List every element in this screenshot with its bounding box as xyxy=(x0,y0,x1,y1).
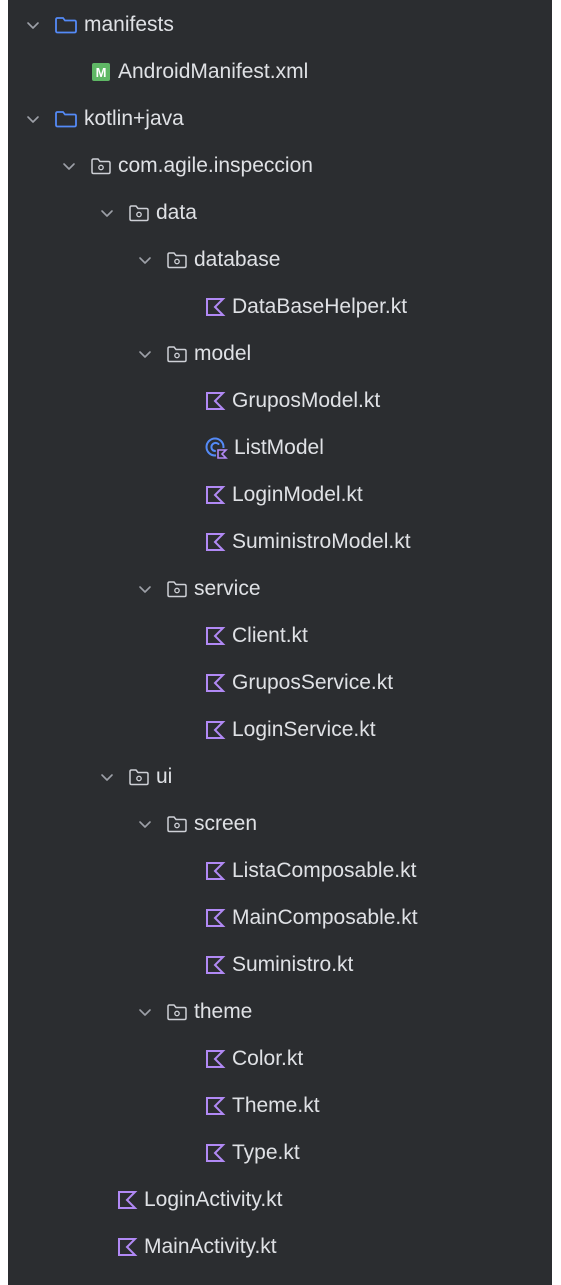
kotlin-file-icon xyxy=(204,1048,226,1070)
tree-item-suministromodel-kt[interactable]: SuministroModel.kt xyxy=(8,518,552,565)
manifest-icon: M xyxy=(90,61,112,83)
tree-item-theme-kt[interactable]: Theme.kt xyxy=(8,1082,552,1129)
chevron-down-icon[interactable] xyxy=(100,770,114,784)
tree-item-maincomposable-kt[interactable]: MainComposable.kt xyxy=(8,894,552,941)
svg-text:M: M xyxy=(96,65,107,80)
tree-item-label: data xyxy=(156,201,197,224)
tree-item-screen[interactable]: screen xyxy=(8,800,552,847)
kotlin-file-icon xyxy=(116,1236,138,1258)
tree-item-label: com.agile.inspeccion xyxy=(118,154,313,177)
kotlin-file-icon xyxy=(204,1142,226,1164)
chevron-down-icon[interactable] xyxy=(138,1005,152,1019)
tree-item-label: GruposService.kt xyxy=(232,671,394,694)
folder-icon xyxy=(54,109,78,129)
tree-item-label: MainComposable.kt xyxy=(232,906,418,929)
tree-item-color-kt[interactable]: Color.kt xyxy=(8,1035,552,1082)
right-edge xyxy=(552,0,561,1285)
kotlin-file-icon xyxy=(204,390,226,412)
tree-item-label: MainActivity.kt xyxy=(144,1235,277,1258)
folder-icon xyxy=(54,15,78,35)
kotlin-file-icon xyxy=(204,860,226,882)
tree-item-mainactivity-kt[interactable]: MainActivity.kt xyxy=(8,1223,552,1270)
tree-item-label: kotlin+java xyxy=(84,107,184,130)
tree-item-label: Client.kt xyxy=(232,624,308,647)
tree-item-label: LoginActivity.kt xyxy=(144,1188,283,1211)
tree-item-label: SuministroModel.kt xyxy=(232,530,411,553)
kotlin-file-icon xyxy=(204,719,226,741)
kotlin-file-icon xyxy=(116,1189,138,1211)
kotlin-file-icon xyxy=(204,1095,226,1117)
kotlin-file-icon xyxy=(204,907,226,929)
chevron-down-icon[interactable] xyxy=(138,347,152,361)
chevron-down-icon[interactable] xyxy=(100,206,114,220)
package-icon xyxy=(166,814,188,834)
tree-item-gruposservice-kt[interactable]: GruposService.kt xyxy=(8,659,552,706)
left-edge xyxy=(0,0,8,1285)
tree-item-com-agile-inspeccion[interactable]: com.agile.inspeccion xyxy=(8,142,552,189)
chevron-down-icon[interactable] xyxy=(138,817,152,831)
tree-item-databasehelper-kt[interactable]: DataBaseHelper.kt xyxy=(8,283,552,330)
tree-item-listmodel[interactable]: ListModel xyxy=(8,424,552,471)
tree-item-label: Type.kt xyxy=(232,1141,300,1164)
tree-item-label: model xyxy=(194,342,252,365)
tree-item-label: AndroidManifest.xml xyxy=(118,60,309,83)
tree-item-listacomposable-kt[interactable]: ListaComposable.kt xyxy=(8,847,552,894)
project-tree: manifests M AndroidManifest.xml kotlin+java… xyxy=(8,0,552,1285)
tree-item-loginmodel-kt[interactable]: LoginModel.kt xyxy=(8,471,552,518)
package-icon xyxy=(128,203,150,223)
tree-item-label: LoginService.kt xyxy=(232,718,376,741)
package-icon xyxy=(90,156,112,176)
kotlin-file-icon xyxy=(204,531,226,553)
package-icon xyxy=(166,250,188,270)
tree-item-label: manifests xyxy=(84,13,174,36)
tree-item-androidmanifest-xml[interactable]: M AndroidManifest.xml xyxy=(8,48,552,95)
tree-item-gruposmodel-kt[interactable]: GruposModel.kt xyxy=(8,377,552,424)
tree-item-label: Theme.kt xyxy=(232,1094,320,1117)
tree-item-loginactivity-kt[interactable]: LoginActivity.kt xyxy=(8,1176,552,1223)
tree-item-label: service xyxy=(194,577,261,600)
tree-item-type-kt[interactable]: Type.kt xyxy=(8,1129,552,1176)
tree-item-label: DataBaseHelper.kt xyxy=(232,295,408,318)
tree-item-label: GruposModel.kt xyxy=(232,389,381,412)
package-icon xyxy=(128,767,150,787)
tree-item-model[interactable]: model xyxy=(8,330,552,377)
tree-item-kotlin-java[interactable]: kotlin+java xyxy=(8,95,552,142)
tree-item-data[interactable]: data xyxy=(8,189,552,236)
package-icon xyxy=(166,344,188,364)
tree-item-label: ui xyxy=(156,765,173,788)
tree-item-label: LoginModel.kt xyxy=(232,483,363,506)
tree-item-label: screen xyxy=(194,812,258,835)
tree-item-theme[interactable]: theme xyxy=(8,988,552,1035)
tree-item-label: Suministro.kt xyxy=(232,953,354,976)
kotlin-file-icon xyxy=(204,672,226,694)
tree-item-ui[interactable]: ui xyxy=(8,753,552,800)
tree-item-suministro-kt[interactable]: Suministro.kt xyxy=(8,941,552,988)
kotlin-file-icon xyxy=(204,625,226,647)
tree-item-client-kt[interactable]: Client.kt xyxy=(8,612,552,659)
tree-item-label: Color.kt xyxy=(232,1047,304,1070)
tree-item-label: theme xyxy=(194,1000,253,1023)
chevron-down-icon[interactable] xyxy=(26,112,40,126)
kotlin-file-icon xyxy=(204,484,226,506)
kotlin-class-icon xyxy=(204,436,228,460)
chevron-down-icon[interactable] xyxy=(138,253,152,267)
tree-item-label: database xyxy=(194,248,281,271)
package-icon xyxy=(166,579,188,599)
tree-item-service[interactable]: service xyxy=(8,565,552,612)
tree-item-label: ListaComposable.kt xyxy=(232,859,417,882)
chevron-down-icon[interactable] xyxy=(26,18,40,32)
kotlin-file-icon xyxy=(204,954,226,976)
chevron-down-icon[interactable] xyxy=(138,582,152,596)
chevron-down-icon[interactable] xyxy=(62,159,76,173)
kotlin-file-icon xyxy=(204,296,226,318)
tree-item-label: ListModel xyxy=(234,436,324,459)
tree-item-database[interactable]: database xyxy=(8,236,552,283)
package-icon xyxy=(166,1002,188,1022)
tree-item-loginservice-kt[interactable]: LoginService.kt xyxy=(8,706,552,753)
tree-item-manifests[interactable]: manifests xyxy=(8,1,552,48)
